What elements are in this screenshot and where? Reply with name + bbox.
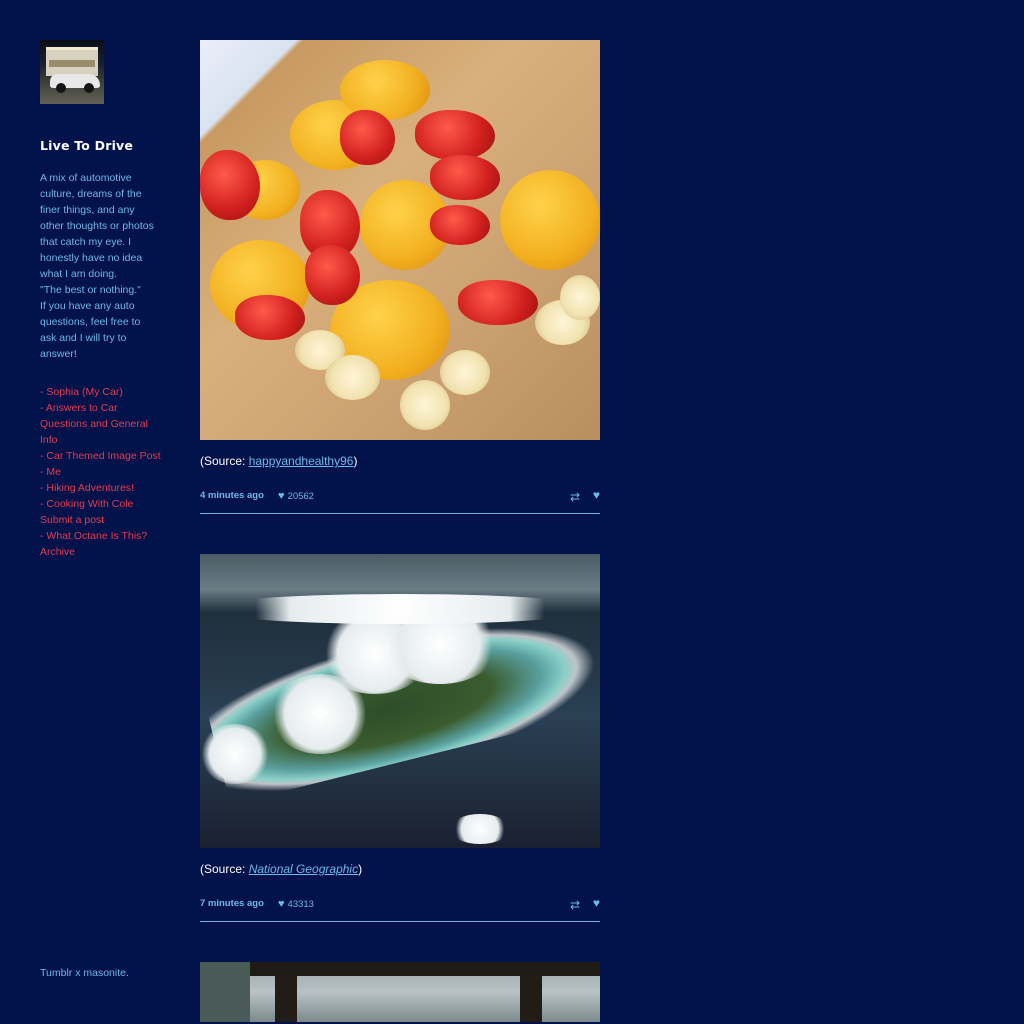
post-photo-fruit[interactable] xyxy=(200,40,600,440)
heart-icon[interactable]: ♥ xyxy=(593,488,600,502)
notes-count[interactable]: ♥ 20562 xyxy=(278,490,314,502)
source-link[interactable]: happyandhealthy96 xyxy=(249,454,354,468)
blog-description: A mix of automotive culture, dreams of t… xyxy=(40,172,154,360)
post-meta: 7 minutes ago ♥ 43313 ⇄ ♥ xyxy=(200,895,600,922)
sidebar-link-answers[interactable]: - Answers to Car Questions and General I… xyxy=(40,400,162,448)
post-timestamp[interactable]: 7 minutes ago xyxy=(200,898,264,909)
sidebar-link-sophia[interactable]: - Sophia (My Car) xyxy=(40,384,162,400)
post-meta: 4 minutes ago ♥ 20562 ⇄ ♥ xyxy=(200,487,600,514)
sidebar-links: - Sophia (My Car) - Answers to Car Quest… xyxy=(40,384,162,560)
sidebar-link-archive[interactable]: Archive xyxy=(40,544,162,560)
post xyxy=(200,962,600,1022)
reblog-icon[interactable]: ⇄ xyxy=(570,898,580,912)
post-photo-island[interactable] xyxy=(200,554,600,848)
heart-icon: ♥ xyxy=(278,898,285,910)
post-caption: (Source: National Geographic) xyxy=(200,862,363,876)
sidebar-link-me[interactable]: - Me xyxy=(40,464,162,480)
reblog-icon[interactable]: ⇄ xyxy=(570,490,580,504)
post-caption: (Source: happyandhealthy96) xyxy=(200,454,358,468)
blog-title[interactable]: Live To Drive xyxy=(40,138,162,153)
sidebar: Live To Drive A mix of automotive cultur… xyxy=(40,40,162,560)
avatar[interactable] xyxy=(40,40,104,104)
posts: (Source: happyandhealthy96) 4 minutes ag… xyxy=(200,40,600,1022)
footer-credit[interactable]: Tumblr x masonite. xyxy=(40,967,129,979)
sidebar-link-cooking[interactable]: - Cooking With Cole xyxy=(40,496,162,512)
source-link[interactable]: National Geographic xyxy=(249,862,358,876)
sidebar-link-octane[interactable]: - What Octane Is This? xyxy=(40,528,162,544)
post: (Source: happyandhealthy96) 4 minutes ag… xyxy=(200,40,600,514)
post-timestamp[interactable]: 4 minutes ago xyxy=(200,490,264,501)
sidebar-link-hiking[interactable]: - Hiking Adventures! xyxy=(40,480,162,496)
heart-icon[interactable]: ♥ xyxy=(593,896,600,910)
sidebar-link-car-image-post[interactable]: - Car Themed Image Post xyxy=(40,448,162,464)
notes-count[interactable]: ♥ 43313 xyxy=(278,898,314,910)
post: (Source: National Geographic) 7 minutes … xyxy=(200,554,600,922)
page: Live To Drive A mix of automotive cultur… xyxy=(0,0,1024,1024)
heart-icon: ♥ xyxy=(278,490,285,502)
sidebar-link-submit[interactable]: Submit a post xyxy=(40,512,162,528)
post-photo-partial[interactable] xyxy=(200,962,600,1022)
